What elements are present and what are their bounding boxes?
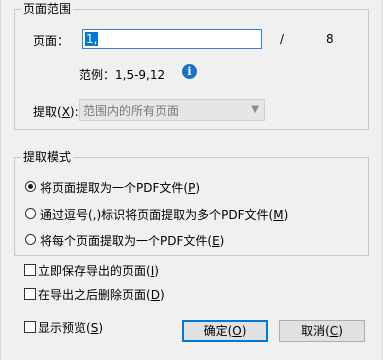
radio-each-page-pdf-label[interactable]: 将每个页面提取为一个PDF文件(E) (40, 232, 224, 249)
checkbox-save-immediately-label[interactable]: 立即保存导出的页面(I) (38, 262, 159, 279)
pages-label: 页面： (33, 34, 70, 48)
pages-input[interactable]: 1, (82, 29, 262, 49)
chevron-down-icon: ▼ (251, 104, 259, 115)
extract-mode-legend: 提取模式 (23, 150, 72, 164)
radio-single-pdf-label[interactable]: 将页面提取为一个PDF文件(P) (40, 179, 200, 196)
example-text: 范例：1,5-9,12 (79, 68, 166, 82)
window-edge-left (0, 0, 1, 360)
extract-select-value: 范围内的所有页面 (83, 103, 180, 118)
ok-button[interactable]: 确定(O) (182, 320, 268, 342)
radio-multiple-pdf[interactable] (25, 208, 36, 219)
extract-label: 提取(X): (33, 105, 79, 119)
total-pages: 8 (326, 32, 334, 46)
checkbox-show-preview[interactable] (24, 321, 36, 333)
radio-multiple-pdf-label[interactable]: 通过逗号(,)标识将页面提取为多个PDF文件(M) (40, 206, 288, 223)
cancel-button[interactable]: 取消(C) (279, 320, 365, 342)
checkbox-save-immediately[interactable] (24, 264, 36, 276)
extract-select[interactable]: 范围内的所有页面 ▼ (79, 99, 265, 121)
pages-slash: / (280, 32, 285, 46)
pages-input-value: 1, (85, 32, 99, 46)
checkbox-show-preview-label[interactable]: 显示预览(S) (38, 319, 103, 336)
checkbox-delete-after[interactable] (24, 288, 36, 300)
radio-each-page-pdf[interactable] (25, 234, 36, 245)
radio-single-pdf[interactable] (25, 181, 36, 192)
page-range-legend: 页面范围 (23, 2, 72, 16)
checkbox-delete-after-label[interactable]: 在导出之后删除页面(D) (38, 286, 165, 303)
info-icon[interactable]: i (182, 64, 197, 79)
